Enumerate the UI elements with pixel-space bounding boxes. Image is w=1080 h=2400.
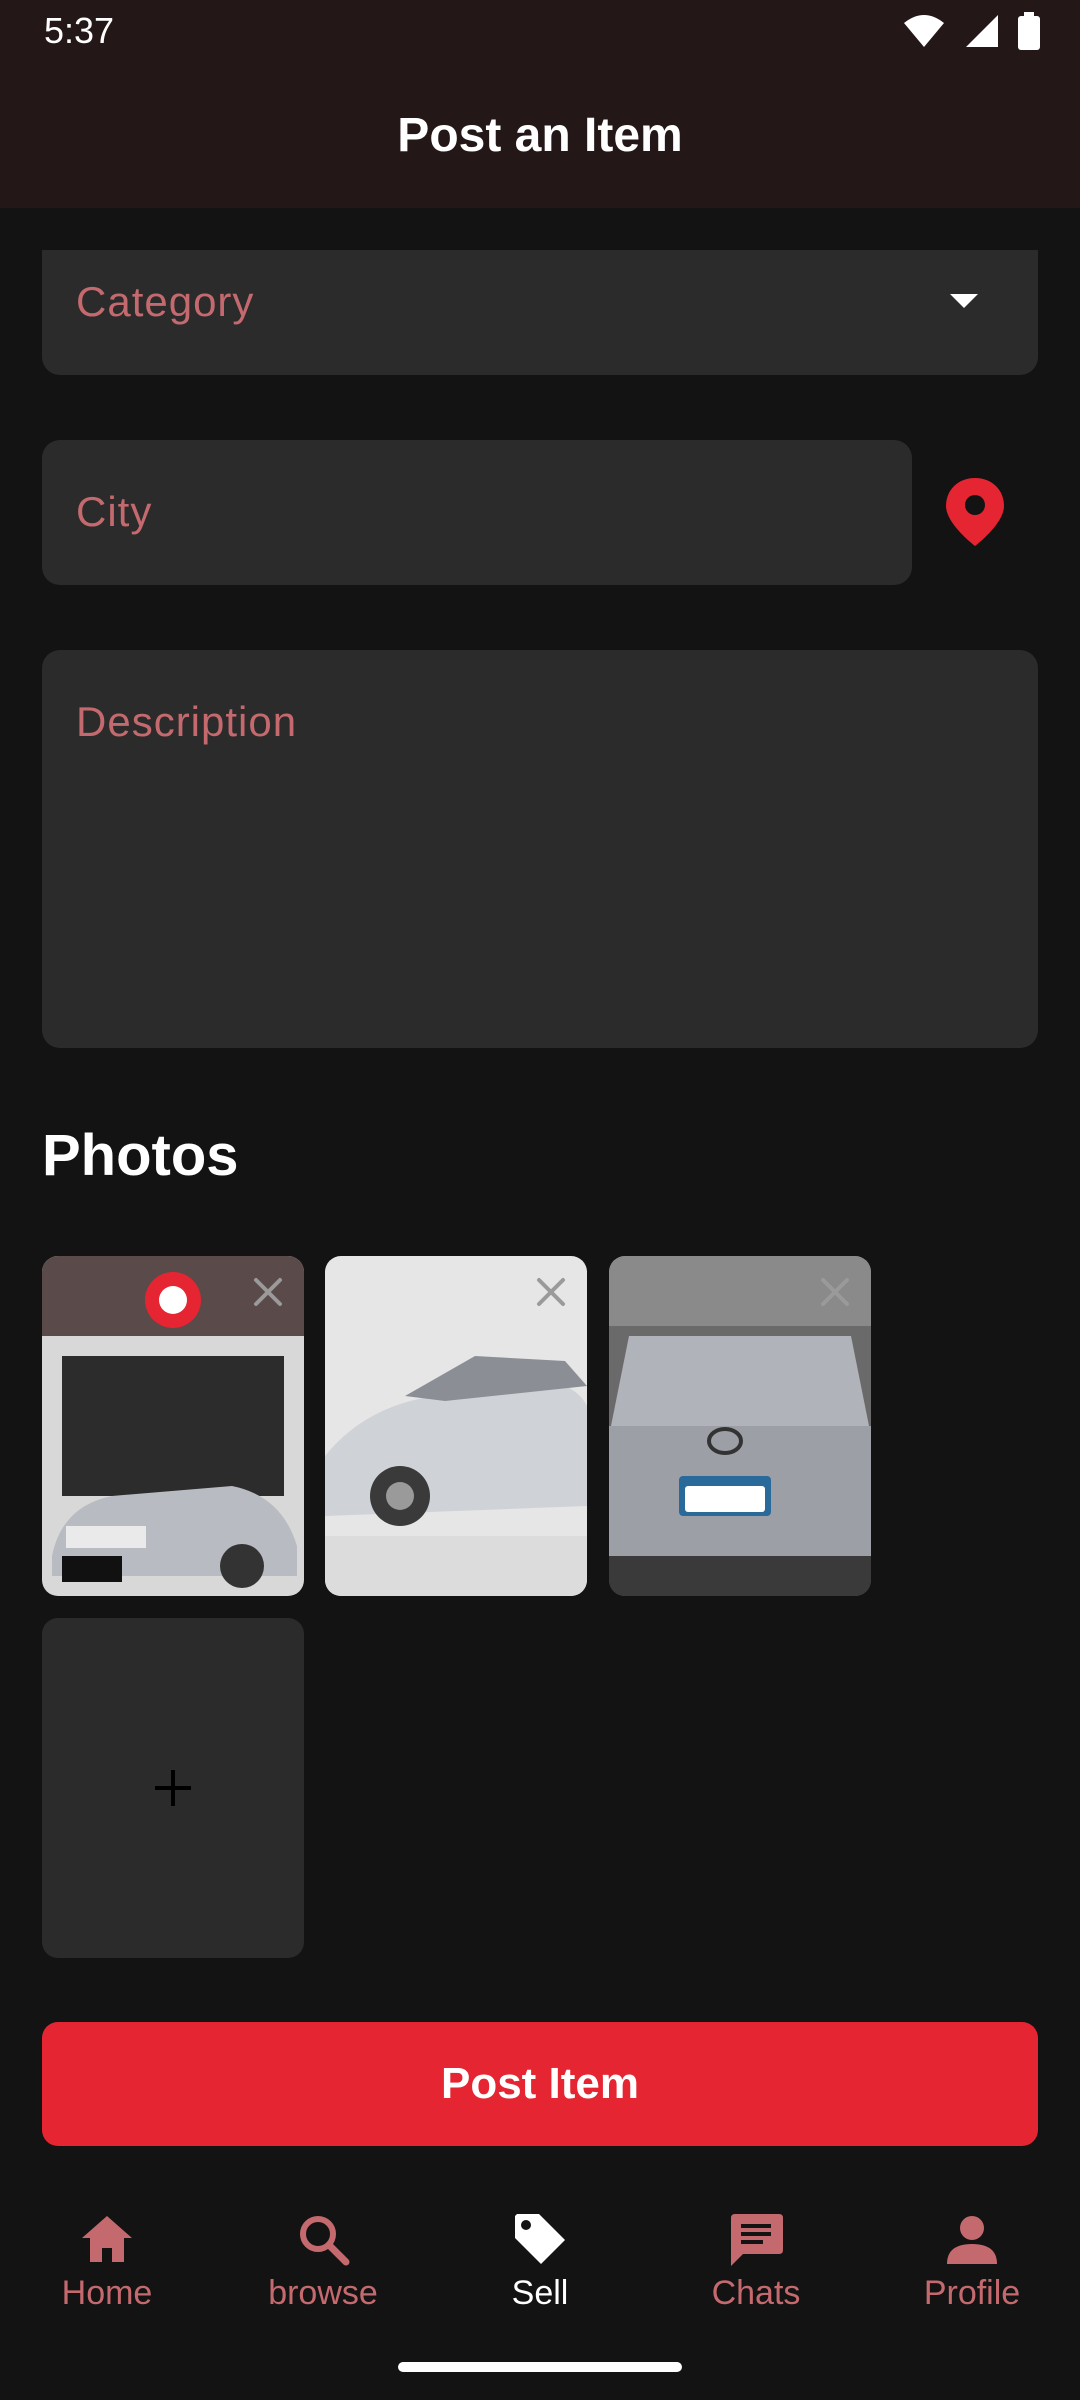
photo-thumbnail[interactable]: [609, 1256, 871, 1596]
battery-icon: [1018, 12, 1040, 50]
close-icon[interactable]: [815, 1272, 855, 1312]
plus-icon: [155, 1770, 191, 1806]
nav-item-profile[interactable]: Profile: [882, 2210, 1062, 2340]
wifi-icon: [904, 15, 944, 47]
nav-label-sell: Sell: [511, 2274, 569, 2312]
close-icon[interactable]: [531, 1272, 571, 1312]
nav-label-profile: Profile: [923, 2274, 1021, 2312]
location-pin-icon[interactable]: [942, 476, 1008, 548]
nav-label-home: Home: [61, 2274, 153, 2312]
home-indicator[interactable]: [398, 2362, 682, 2372]
home-icon: [82, 2216, 132, 2262]
description-input[interactable]: Description: [42, 650, 1038, 1048]
category-dropdown[interactable]: Category: [42, 250, 1038, 375]
nav-label-browse: browse: [268, 2274, 378, 2312]
nav-item-sell[interactable]: Sell: [450, 2210, 630, 2340]
nav-item-home[interactable]: Home: [17, 2210, 197, 2340]
add-photo-button[interactable]: [42, 1618, 304, 1958]
nav-item-browse[interactable]: browse: [233, 2210, 413, 2340]
dropdown-arrow-icon: [950, 294, 978, 308]
photo-thumbnail[interactable]: [325, 1256, 587, 1596]
search-icon: [300, 2216, 350, 2266]
description-placeholder: Description: [76, 698, 298, 745]
photos-heading: Photos: [42, 1123, 239, 1188]
page-title: Post an Item: [397, 109, 683, 162]
post-item-screen: 5:37 Post an Item Category City Descript…: [0, 0, 1080, 2400]
category-placeholder: Category: [76, 278, 255, 325]
status-icons: [902, 12, 1040, 50]
close-icon[interactable]: [248, 1272, 288, 1312]
signal-icon: [966, 15, 998, 47]
status-time: 5:37: [44, 10, 115, 51]
nav-item-chats[interactable]: Chats: [666, 2210, 846, 2340]
city-input[interactable]: City: [42, 440, 912, 585]
tag-icon: [515, 2214, 565, 2264]
nav-label-chats: Chats: [711, 2274, 801, 2312]
chat-icon: [731, 2214, 783, 2266]
app-bar: 5:37 Post an Item: [0, 0, 1080, 208]
post-item-button[interactable]: Post Item: [42, 2022, 1038, 2146]
photo-thumbnail[interactable]: [42, 1256, 304, 1596]
person-icon: [947, 2216, 997, 2264]
city-placeholder: City: [76, 488, 153, 535]
